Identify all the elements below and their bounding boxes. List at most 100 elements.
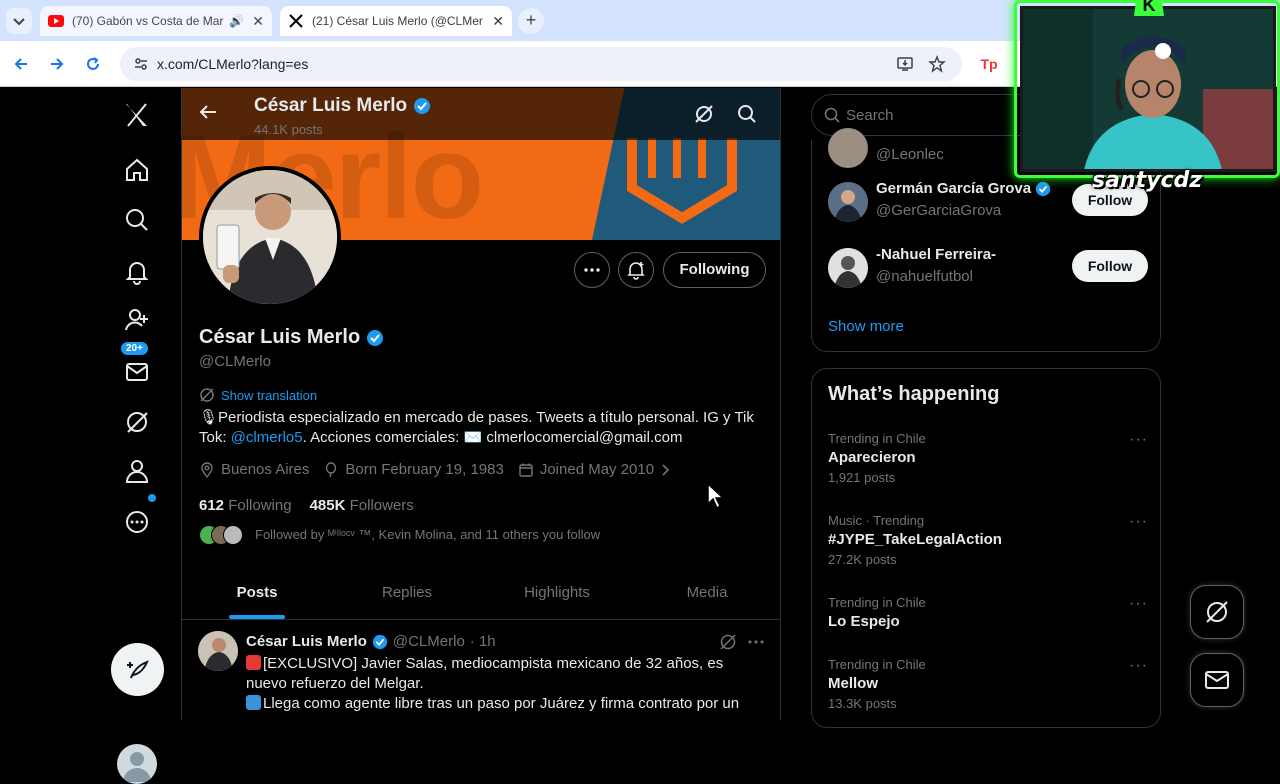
more-options-button[interactable] [574,252,610,288]
chevron-right-icon [662,463,670,476]
suggestion-avatar [828,248,868,288]
feather-plus-icon [126,659,149,678]
whats-happening-card: What’s happening Trending in Chile Apare… [811,368,1161,728]
address-bar[interactable]: x.com/CLMerlo?lang=es [120,47,962,81]
notifications-bell-icon[interactable] [118,253,156,291]
webcam-overlay: K santycdz [1014,0,1280,196]
show-more-link[interactable]: Show more [828,318,904,335]
followers-count-link[interactable]: 485K Followers [310,497,414,514]
show-translation-link[interactable]: Show translation [199,387,317,403]
tab-search-button[interactable] [6,8,32,34]
stream-logo: K [1134,0,1164,16]
tab-highlights[interactable]: Highlights [482,566,632,619]
grok-icon[interactable] [719,633,737,651]
back-arrow-icon[interactable] [198,102,218,122]
followers-you-know-avatars [199,525,243,545]
messages-float-button[interactable] [1190,653,1244,707]
notify-bell-button[interactable] [618,252,654,288]
browser-tab-x[interactable]: (21) César Luis Merlo (@CLMer ✕ [280,6,512,36]
webcam-feed [1020,6,1276,172]
followed-by-row[interactable]: Followed by ᴹⁱˡˡᵒᶜᵛ ™, Kevin Molina, and… [199,525,600,545]
follow-people-icon[interactable] [118,301,156,339]
more-dots-icon [584,268,600,272]
url-text: x.com/CLMerlo?lang=es [157,56,309,72]
x-logo-icon [288,13,304,29]
tweet-author-handle[interactable]: @CLMerlo [393,633,465,650]
siren-emoji-icon [246,655,261,670]
profile-handle: @CLMerlo [199,353,271,370]
snowflake-emoji-icon [246,695,261,710]
calendar-icon [519,463,533,477]
profile-bio: 🎙Periodista especializado en mercado de … [199,409,754,446]
tweet-more-icon[interactable] [747,633,765,651]
envelope-icon [1205,671,1229,689]
profile-header-bar: César Luis Merlo 44.1K posts [182,88,780,140]
profile-location: Buenos Aires [221,461,310,478]
grok-icon[interactable] [118,403,156,441]
tab-replies[interactable]: Replies [332,566,482,619]
followed-by-text: Followed by ᴹⁱˡˡᵒᶜᵛ ™, Kevin Molina, and… [255,527,601,542]
bookmark-star-icon[interactable] [928,55,946,73]
messages-envelope-icon[interactable] [118,353,156,391]
profile-person-icon[interactable] [118,452,156,490]
streamer-name: santycdz [1092,168,1203,193]
profile-meta: Buenos Aires Born February 19, 1983 Join… [199,461,670,478]
bio-instagram-link[interactable]: @clmerlo5 [231,429,303,446]
tweet-author-avatar[interactable] [198,631,238,671]
search-icon[interactable] [737,104,757,124]
banner-logo-shape [627,138,737,224]
profile-birthday: Born February 19, 1983 [345,461,504,478]
browser-tab-youtube[interactable]: (70) Gabón vs Costa de Mar 🔊 ✕ [40,6,272,36]
trend-more-icon[interactable]: ··· [1129,513,1148,531]
forward-arrow-icon[interactable] [44,51,70,77]
new-indicator-dot [148,494,156,502]
grok-float-button[interactable] [1190,585,1244,639]
tab-close-button[interactable]: ✕ [492,13,504,30]
profile-column: Merlo César Luis Merlo 44.1K posts Follo… [181,88,781,720]
profile-tabs: Posts Replies Highlights Media [182,566,780,620]
trend-item[interactable]: Trending in Chile Aparecieron 1,921 post… [828,431,1148,485]
tab-posts[interactable]: Posts [182,566,332,619]
back-arrow-icon[interactable] [8,51,34,77]
trend-item[interactable]: Trending in Chile Mellow 13.3K posts ··· [828,657,1148,711]
tab-media[interactable]: Media [632,566,780,619]
tab-close-button[interactable]: ✕ [252,13,264,30]
verified-badge-icon [367,329,384,346]
whats-happening-title: What’s happening [828,383,1000,405]
following-count-link[interactable]: 612 Following [199,497,292,514]
profile-avatar[interactable] [199,166,341,308]
home-icon[interactable] [118,151,156,189]
install-app-icon[interactable] [896,55,914,73]
grok-icon [1206,601,1228,623]
tweet-text: [EXCLUSIVO] Javier Salas, mediocampista … [246,655,740,712]
new-tab-button[interactable]: + [518,8,544,34]
header-display-name: César Luis Merlo [254,95,431,117]
trend-more-icon[interactable]: ··· [1129,657,1148,675]
suggestion-row[interactable]: -Nahuel Ferreira- @nahuelfutbol Follow [828,242,1148,294]
bio-email: clmerlocomercial@gmail.com [486,429,683,446]
extension-icon[interactable]: Tp [976,51,1002,77]
suggestion-handle: @GerGarciaGrova [876,202,1002,219]
reload-icon[interactable] [80,51,106,77]
envelope-emoji-icon: ✉️ [463,429,487,446]
tweet-timestamp[interactable]: · 1h [470,633,496,650]
follow-button[interactable]: Follow [1072,250,1148,282]
location-pin-icon [201,461,213,478]
balloon-icon [326,461,337,477]
speaker-icon[interactable]: 🔊 [229,14,244,28]
mouse-cursor [706,482,726,510]
account-avatar[interactable] [117,744,157,784]
trend-item[interactable]: Music · Trending #JYPE_TakeLegalAction 2… [828,513,1148,567]
trend-item[interactable]: Trending in Chile Lo Espejo ··· [828,595,1148,630]
trend-more-icon[interactable]: ··· [1129,431,1148,449]
suggestion-avatar [828,128,868,168]
more-options-icon[interactable] [118,503,156,541]
grok-icon[interactable] [694,104,714,124]
site-info-icon[interactable] [132,55,150,73]
following-button[interactable]: Following [663,252,766,288]
tweet-author-name[interactable]: César Luis Merlo [246,633,367,650]
trend-more-icon[interactable]: ··· [1129,595,1148,613]
compose-post-button[interactable] [111,643,164,696]
x-logo-icon[interactable] [118,96,156,134]
search-icon[interactable] [118,201,156,239]
